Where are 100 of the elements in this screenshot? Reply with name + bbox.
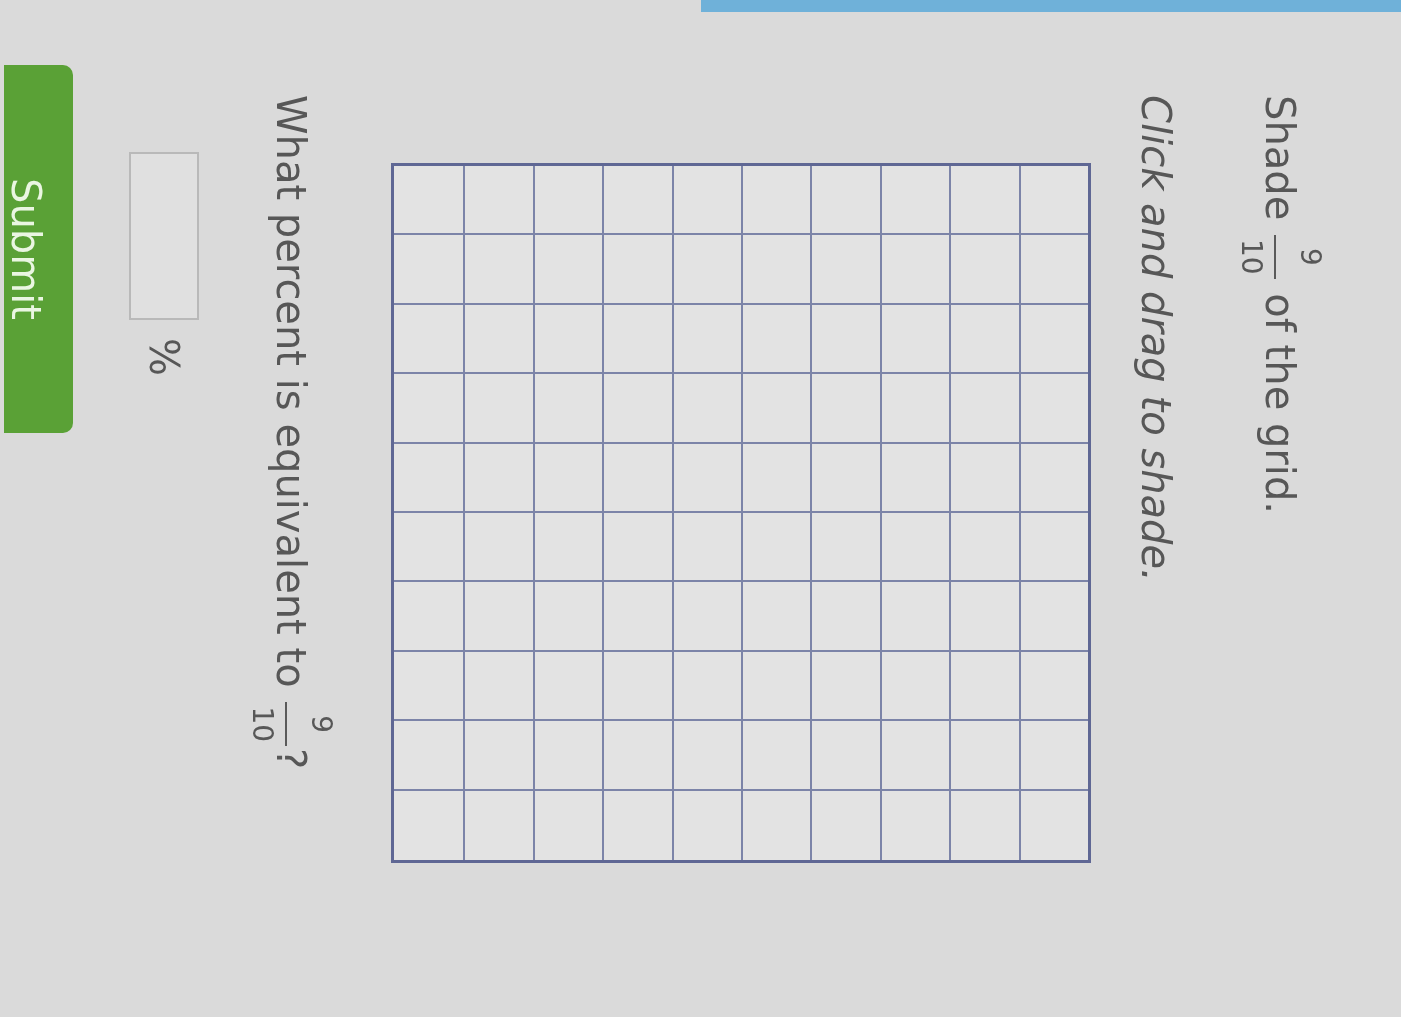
grid-cell[interactable] — [810, 304, 880, 375]
grid-cell[interactable] — [741, 374, 811, 444]
grid-cell[interactable] — [671, 235, 741, 305]
grid-cell[interactable] — [879, 235, 950, 305]
grid-cell[interactable] — [949, 304, 1019, 375]
grid-cell[interactable] — [879, 304, 950, 375]
grid-cell[interactable] — [463, 582, 533, 652]
grid-cell[interactable] — [394, 166, 464, 236]
grid-cell[interactable] — [949, 721, 1019, 791]
grid-cell[interactable] — [879, 166, 950, 236]
grid-cell[interactable] — [532, 721, 603, 791]
grid-cell[interactable] — [949, 651, 1019, 722]
grid-cell[interactable] — [879, 582, 950, 652]
grid-cell[interactable] — [394, 790, 464, 860]
grid-cell[interactable] — [1018, 304, 1088, 375]
grid-cell[interactable] — [741, 790, 811, 860]
grid-cell[interactable] — [949, 166, 1019, 236]
grid-cell[interactable] — [671, 304, 741, 375]
grid-cell[interactable] — [671, 166, 741, 236]
grid-cell[interactable] — [602, 721, 672, 791]
grid-cell[interactable] — [810, 790, 880, 860]
grid-cell[interactable] — [394, 443, 464, 513]
grid-cell[interactable] — [602, 443, 672, 513]
grid-cell[interactable] — [532, 651, 603, 722]
grid-cell[interactable] — [394, 651, 464, 722]
grid-cell[interactable] — [810, 651, 880, 722]
grid-cell[interactable] — [463, 790, 533, 860]
grid-cell[interactable] — [532, 513, 603, 583]
grid-cell[interactable] — [671, 582, 741, 652]
grid-cell[interactable] — [463, 651, 533, 722]
grid-cell[interactable] — [879, 513, 950, 583]
grid-cell[interactable] — [741, 166, 811, 236]
grid-cell[interactable] — [671, 721, 741, 791]
submit-button[interactable]: Submit — [4, 65, 73, 433]
grid-cell[interactable] — [532, 790, 603, 860]
grid-cell[interactable] — [463, 304, 533, 375]
grid-cell[interactable] — [394, 304, 464, 375]
grid-cell[interactable] — [949, 374, 1019, 444]
grid-cell[interactable] — [463, 374, 533, 444]
grid-cell[interactable] — [810, 582, 880, 652]
grid-cell[interactable] — [1018, 443, 1088, 513]
grid-cell[interactable] — [532, 374, 603, 444]
grid-cell[interactable] — [602, 374, 672, 444]
answer-field[interactable] — [129, 152, 199, 320]
grid-cell[interactable] — [741, 721, 811, 791]
grid-cell[interactable] — [394, 721, 464, 791]
grid-cell[interactable] — [810, 235, 880, 305]
grid-cell[interactable] — [463, 513, 533, 583]
grid-cell[interactable] — [949, 582, 1019, 652]
grid-cell[interactable] — [463, 443, 533, 513]
grid-cell[interactable] — [810, 374, 880, 444]
grid-cell[interactable] — [810, 513, 880, 583]
grid-cell[interactable] — [879, 443, 950, 513]
grid-cell[interactable] — [671, 513, 741, 583]
grid-cell[interactable] — [602, 304, 672, 375]
grid-cell[interactable] — [602, 166, 672, 236]
grid-cell[interactable] — [671, 790, 741, 860]
grid-cell[interactable] — [741, 582, 811, 652]
grid-cell[interactable] — [1018, 721, 1088, 791]
grid-cell[interactable] — [741, 235, 811, 305]
grid-cell[interactable] — [463, 166, 533, 236]
grid-cell[interactable] — [532, 582, 603, 652]
grid-cell[interactable] — [810, 443, 880, 513]
grid-cell[interactable] — [1018, 582, 1088, 652]
grid-cell[interactable] — [949, 790, 1019, 860]
grid-cell[interactable] — [671, 443, 741, 513]
grid-cell[interactable] — [741, 513, 811, 583]
grid-cell[interactable] — [741, 443, 811, 513]
grid-cell[interactable] — [602, 790, 672, 860]
grid-cell[interactable] — [949, 513, 1019, 583]
grid-cell[interactable] — [532, 443, 603, 513]
grid-cell[interactable] — [602, 513, 672, 583]
grid-cell[interactable] — [741, 304, 811, 375]
grid-cell[interactable] — [532, 235, 603, 305]
grid-cell[interactable] — [463, 235, 533, 305]
grid-cell[interactable] — [879, 721, 950, 791]
grid-cell[interactable] — [463, 721, 533, 791]
grid-cell[interactable] — [810, 166, 880, 236]
grid-cell[interactable] — [1018, 790, 1088, 860]
grid-cell[interactable] — [532, 304, 603, 375]
grid-cell[interactable] — [1018, 651, 1088, 722]
grid-cell[interactable] — [532, 166, 603, 236]
grid-cell[interactable] — [602, 235, 672, 305]
grid-cell[interactable] — [602, 582, 672, 652]
grid-cell[interactable] — [1018, 374, 1088, 444]
grid-cell[interactable] — [810, 721, 880, 791]
grid-cell[interactable] — [1018, 513, 1088, 583]
grid-cell[interactable] — [394, 374, 464, 444]
grid-cell[interactable] — [949, 443, 1019, 513]
grid-cell[interactable] — [1018, 235, 1088, 305]
grid-cell[interactable] — [879, 374, 950, 444]
grid-cell[interactable] — [741, 651, 811, 722]
grid-cell[interactable] — [394, 235, 464, 305]
grid-cell[interactable] — [394, 582, 464, 652]
grid-cell[interactable] — [879, 790, 950, 860]
grid-cell[interactable] — [671, 374, 741, 444]
grid-cell[interactable] — [671, 651, 741, 722]
grid-cell[interactable] — [394, 513, 464, 583]
grid-cell[interactable] — [602, 651, 672, 722]
grid-cell[interactable] — [1018, 166, 1088, 236]
